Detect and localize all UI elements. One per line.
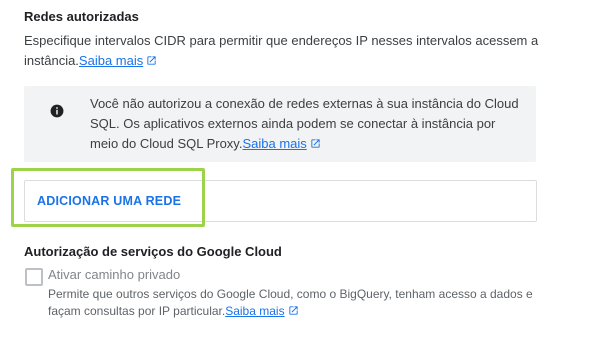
open-in-new-icon[interactable] bbox=[288, 305, 299, 316]
authorized-networks-title: Redes autorizadas bbox=[24, 9, 139, 24]
info-banner: Você não autorizou a conexão de redes ex… bbox=[24, 86, 536, 162]
private-path-checkbox[interactable] bbox=[25, 268, 43, 286]
info-banner-learn-more-link[interactable]: Saiba mais bbox=[242, 136, 306, 151]
add-network-container: ADICIONAR UMA REDE bbox=[24, 180, 537, 222]
authorized-networks-description: Especifique intervalos CIDR para permiti… bbox=[24, 31, 554, 71]
google-services-title: Autorização de serviços do Google Cloud bbox=[24, 244, 282, 259]
private-path-label[interactable]: Ativar caminho privado bbox=[48, 266, 180, 284]
info-banner-message: Você não autorizou a conexão de redes ex… bbox=[90, 94, 522, 154]
add-network-button[interactable]: ADICIONAR UMA REDE bbox=[37, 181, 181, 221]
private-path-help: Permite que outros serviços do Google Cl… bbox=[48, 286, 548, 320]
info-icon bbox=[50, 104, 64, 118]
open-in-new-icon[interactable] bbox=[146, 55, 157, 66]
private-path-learn-more-link[interactable]: Saiba mais bbox=[225, 304, 284, 318]
open-in-new-icon[interactable] bbox=[310, 138, 321, 149]
authorized-networks-learn-more-link[interactable]: Saiba mais bbox=[79, 53, 143, 68]
